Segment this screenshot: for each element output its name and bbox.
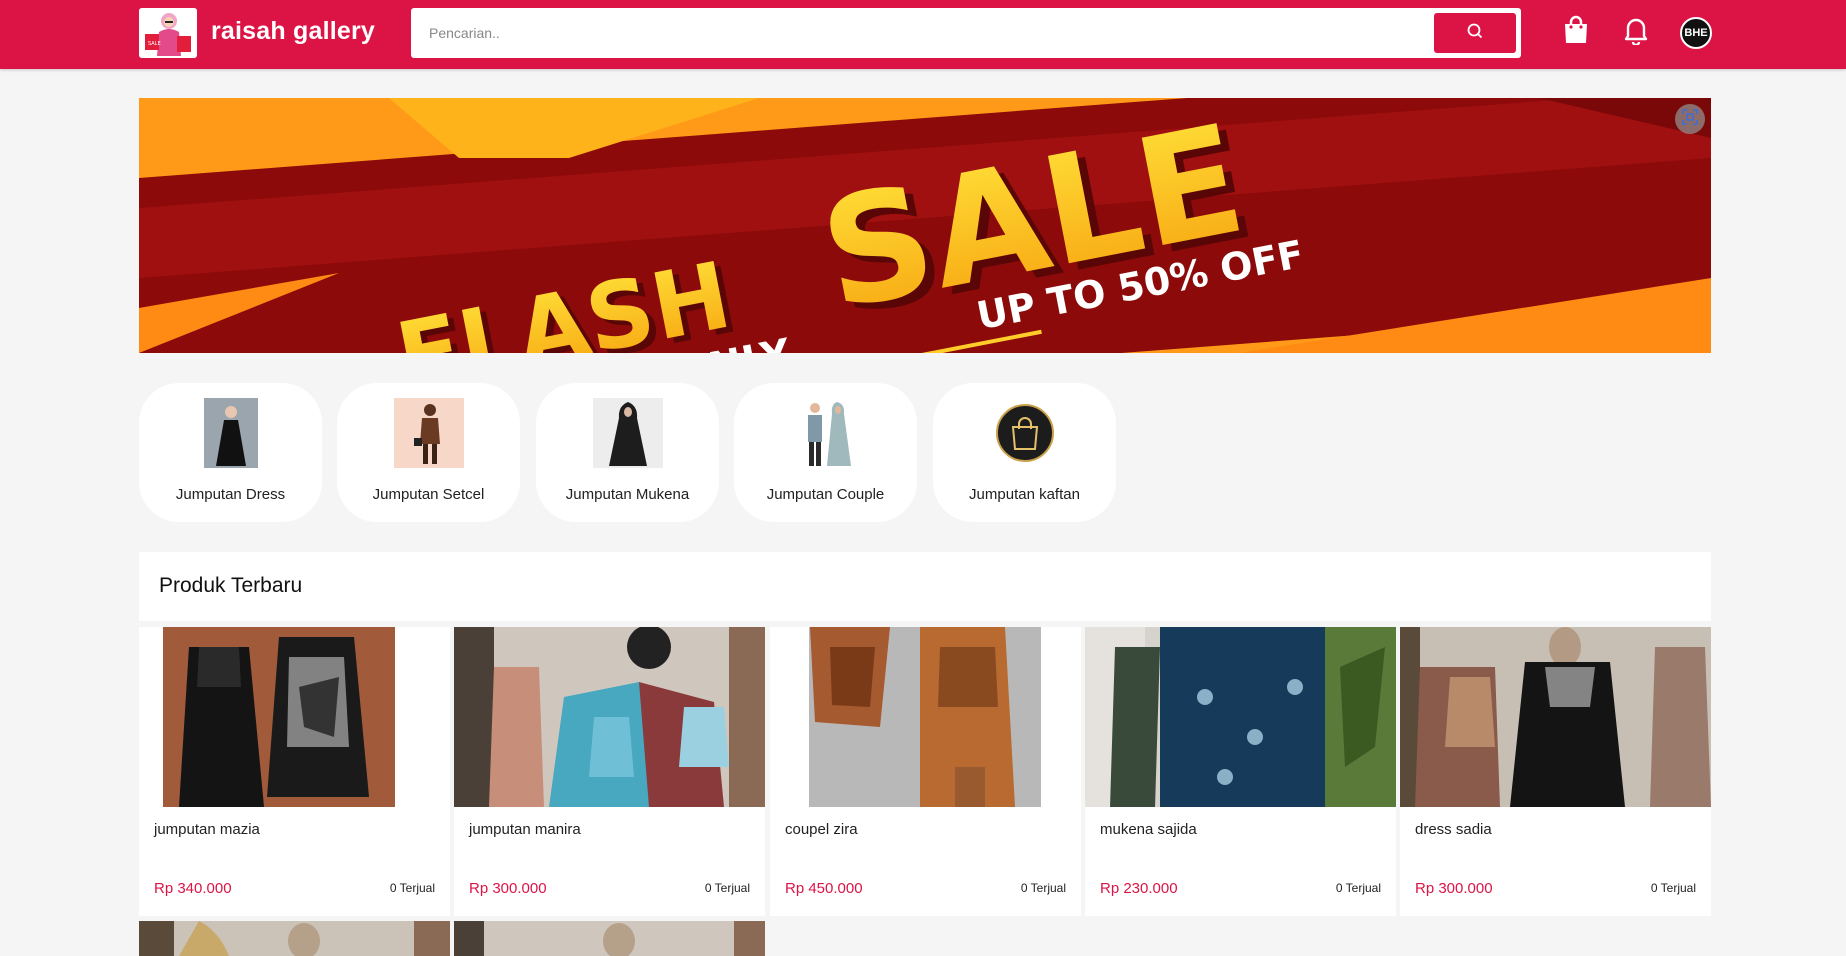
notification-button[interactable] <box>1620 14 1652 50</box>
latest-products-header: Produk Terbaru <box>139 552 1711 621</box>
search-icon <box>1466 22 1484 45</box>
brand-logo[interactable]: SALE <box>139 8 197 58</box>
product-price: Rp 340.000 <box>154 880 232 897</box>
user-avatar[interactable]: BHE <box>1680 17 1712 49</box>
product-price: Rp 300.000 <box>469 880 547 897</box>
brand-name[interactable]: raisah gallery <box>211 17 375 46</box>
product-sold-count: 0 Terjual <box>704 881 750 895</box>
category-jumputan-kaftan[interactable]: Jumputan kaftan <box>933 383 1116 522</box>
product-sold-count: 0 Terjual <box>1020 881 1066 895</box>
product-image <box>1085 627 1396 807</box>
product-sold-count: 0 Terjual <box>1650 881 1696 895</box>
category-couple-image <box>790 398 861 468</box>
category-dress-image <box>203 398 258 468</box>
product-price: Rp 230.000 <box>1100 880 1178 897</box>
category-label: Jumputan Mukena <box>565 486 690 503</box>
category-label: Jumputan Couple <box>766 486 885 503</box>
category-mukena-image <box>592 398 663 468</box>
product-card[interactable]: dress sadia Rp 300.000 0 Terjual <box>1400 627 1711 916</box>
product-name: jumputan mazia <box>154 821 260 838</box>
banner-expand-button[interactable] <box>1675 104 1705 134</box>
product-card[interactable]: jumputan manira Rp 300.000 0 Terjual <box>454 627 765 916</box>
flash-sale-banner[interactable]: FLASH FLASH SALE SALE 24 HOURS ONLY UP T… <box>139 98 1711 353</box>
bell-icon <box>1622 15 1650 50</box>
product-sold-count: 0 Terjual <box>389 881 435 895</box>
category-setcel-image <box>393 398 464 468</box>
product-card[interactable]: coupel zira Rp 450.000 0 Terjual <box>770 627 1081 916</box>
shopping-bag-icon <box>990 398 1060 468</box>
search-button[interactable] <box>1434 13 1516 53</box>
product-name: mukena sajida <box>1100 821 1197 838</box>
category-label: Jumputan kaftan <box>969 486 1080 503</box>
section-title: Produk Terbaru <box>159 574 303 597</box>
category-jumputan-setcel[interactable]: Jumputan Setcel <box>337 383 520 522</box>
product-price: Rp 300.000 <box>1415 880 1493 897</box>
category-jumputan-couple[interactable]: Jumputan Couple <box>734 383 917 522</box>
product-card[interactable]: jumputan mazia Rp 340.000 0 Terjual <box>139 627 450 916</box>
search-bar <box>411 8 1521 58</box>
product-name: dress sadia <box>1415 821 1492 838</box>
product-card-partial[interactable] <box>139 921 450 956</box>
search-input[interactable] <box>429 18 1429 48</box>
product-name: jumputan manira <box>469 821 581 838</box>
product-card[interactable]: mukena sajida Rp 230.000 0 Terjual <box>1085 627 1396 916</box>
expand-icon <box>1682 108 1698 130</box>
product-image <box>454 627 765 807</box>
category-label: Jumputan Setcel <box>372 486 485 503</box>
top-navbar: SALE raisah gallery Pencarian.. BHE <box>0 0 1846 69</box>
category-jumputan-mukena[interactable]: Jumputan Mukena <box>536 383 719 522</box>
product-image <box>139 627 450 807</box>
product-price: Rp 450.000 <box>785 880 863 897</box>
product-sold-count: 0 Terjual <box>1335 881 1381 895</box>
category-label: Jumputan Dress <box>175 486 286 503</box>
product-name: coupel zira <box>785 821 858 838</box>
product-image <box>1400 627 1711 807</box>
product-card-partial[interactable] <box>454 921 765 956</box>
cart-button[interactable] <box>1560 14 1592 50</box>
shopping-bag-icon <box>1562 15 1590 50</box>
svg-text:SALE: SALE <box>148 41 161 47</box>
product-image <box>770 627 1081 807</box>
category-jumputan-dress[interactable]: Jumputan Dress <box>139 383 322 522</box>
